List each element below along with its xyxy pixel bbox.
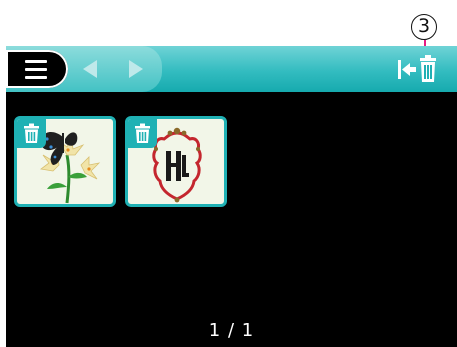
prev-page-button[interactable] xyxy=(77,58,101,80)
menu-button[interactable] xyxy=(6,50,68,88)
trash-exit-icon xyxy=(398,55,436,82)
delete-design-button[interactable] xyxy=(17,119,46,148)
design-thumbnail-butterfly-lily[interactable] xyxy=(14,116,116,207)
embroidery-screen: 1 / 1 xyxy=(6,46,457,347)
trash-icon xyxy=(24,123,39,143)
delete-design-button[interactable] xyxy=(128,119,157,148)
design-thumbnail-monogram[interactable] xyxy=(125,116,227,207)
nav-group xyxy=(6,46,162,92)
page-indicator: 1 / 1 xyxy=(208,320,255,341)
triangle-left-icon xyxy=(83,60,97,78)
callout-number: 3 xyxy=(411,14,437,40)
triangle-right-icon xyxy=(129,60,143,78)
trash-exit-button[interactable] xyxy=(393,51,439,87)
top-bar xyxy=(6,46,457,92)
next-page-button[interactable] xyxy=(124,58,148,80)
trash-icon xyxy=(135,123,150,143)
